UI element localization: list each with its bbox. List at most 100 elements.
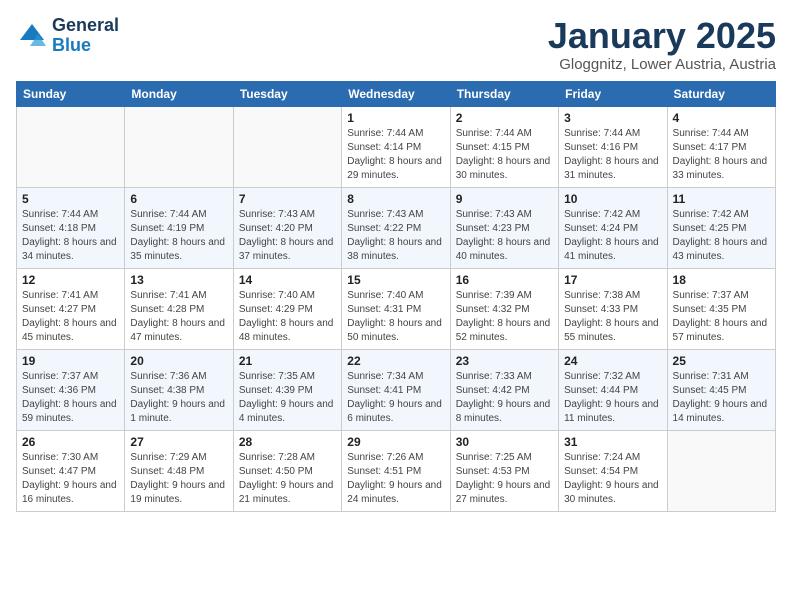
day-number: 4 (673, 111, 770, 125)
calendar-week-row: 19Sunrise: 7:37 AM Sunset: 4:36 PM Dayli… (17, 349, 776, 430)
calendar-day-cell: 7 Sunrise: 7:43 AM Sunset: 4:20 PM Daylig… (233, 187, 341, 268)
logo-general: General (52, 16, 119, 36)
day-info: Sunrise: 7:29 AM Sunset: 4:48 PM Dayligh… (130, 451, 227, 507)
day-info: Sunrise: 7:36 AM Sunset: 4:38 PM Dayligh… (130, 370, 227, 426)
calendar-day-cell: 4 Sunrise: 7:44 AM Sunset: 4:17 PM Daylig… (667, 106, 775, 187)
calendar-day-cell: 21 Sunrise: 7:35 AM Sunset: 4:39 PM Dayli… (233, 349, 341, 430)
day-info: Sunrise: 7:44 AM Sunset: 4:14 PM Dayligh… (347, 127, 444, 183)
month-title: January 2025 (548, 16, 776, 56)
day-info: Sunrise: 7:35 AM Sunset: 4:39 PM Dayligh… (239, 370, 336, 426)
day-info: Sunrise: 7:40 AM Sunset: 4:29 PM Dayligh… (239, 289, 336, 345)
calendar-day-cell: 3 Sunrise: 7:44 AM Sunset: 4:16 PM Daylig… (559, 106, 667, 187)
calendar-week-row: 5Sunrise: 7:44 AM Sunset: 4:18 PM Daylig… (17, 187, 776, 268)
calendar-day-cell: 17Sunrise: 7:38 AM Sunset: 4:33 PM Dayli… (559, 268, 667, 349)
day-info: Sunrise: 7:38 AM Sunset: 4:33 PM Dayligh… (564, 289, 661, 345)
weekday-header-saturday: Saturday (667, 81, 775, 106)
day-info: Sunrise: 7:26 AM Sunset: 4:51 PM Dayligh… (347, 451, 444, 507)
weekday-header-tuesday: Tuesday (233, 81, 341, 106)
day-number: 28 (239, 435, 336, 449)
calendar-day-cell: 13Sunrise: 7:41 AM Sunset: 4:28 PM Dayli… (125, 268, 233, 349)
day-number: 27 (130, 435, 227, 449)
calendar-day-cell: 16 Sunrise: 7:39 AM Sunset: 4:32 PM Dayli… (450, 268, 558, 349)
day-info: Sunrise: 7:31 AM Sunset: 4:45 PM Dayligh… (673, 370, 770, 426)
calendar-day-cell: 6Sunrise: 7:44 AM Sunset: 4:19 PM Daylig… (125, 187, 233, 268)
calendar-week-row: 26Sunrise: 7:30 AM Sunset: 4:47 PM Dayli… (17, 430, 776, 511)
day-info: Sunrise: 7:42 AM Sunset: 4:24 PM Dayligh… (564, 208, 661, 264)
calendar-week-row: 1 Sunrise: 7:44 AM Sunset: 4:14 PM Daylig… (17, 106, 776, 187)
logo-text: General Blue (52, 16, 119, 56)
day-number: 20 (130, 354, 227, 368)
calendar-day-cell: 26Sunrise: 7:30 AM Sunset: 4:47 PM Dayli… (17, 430, 125, 511)
day-info: Sunrise: 7:25 AM Sunset: 4:53 PM Dayligh… (456, 451, 553, 507)
calendar-day-cell: 22 Sunrise: 7:34 AM Sunset: 4:41 PM Dayli… (342, 349, 450, 430)
day-number: 22 (347, 354, 444, 368)
day-info: Sunrise: 7:44 AM Sunset: 4:17 PM Dayligh… (673, 127, 770, 183)
day-number: 12 (22, 273, 119, 287)
day-info: Sunrise: 7:44 AM Sunset: 4:16 PM Dayligh… (564, 127, 661, 183)
calendar-day-cell: 9 Sunrise: 7:43 AM Sunset: 4:23 PM Daylig… (450, 187, 558, 268)
day-info: Sunrise: 7:40 AM Sunset: 4:31 PM Dayligh… (347, 289, 444, 345)
day-number: 11 (673, 192, 770, 206)
day-number: 15 (347, 273, 444, 287)
calendar-day-cell (233, 106, 341, 187)
day-number: 7 (239, 192, 336, 206)
calendar-table: SundayMondayTuesdayWednesdayThursdayFrid… (16, 81, 776, 512)
day-number: 18 (673, 273, 770, 287)
calendar-day-cell (125, 106, 233, 187)
weekday-header-row: SundayMondayTuesdayWednesdayThursdayFrid… (17, 81, 776, 106)
title-block: January 2025 Gloggnitz, Lower Austria, A… (548, 16, 776, 73)
calendar-day-cell: 31 Sunrise: 7:24 AM Sunset: 4:54 PM Dayli… (559, 430, 667, 511)
day-info: Sunrise: 7:34 AM Sunset: 4:41 PM Dayligh… (347, 370, 444, 426)
calendar-day-cell: 30 Sunrise: 7:25 AM Sunset: 4:53 PM Dayli… (450, 430, 558, 511)
day-info: Sunrise: 7:39 AM Sunset: 4:32 PM Dayligh… (456, 289, 553, 345)
calendar-day-cell: 19Sunrise: 7:37 AM Sunset: 4:36 PM Dayli… (17, 349, 125, 430)
weekday-header-monday: Monday (125, 81, 233, 106)
day-number: 10 (564, 192, 661, 206)
day-number: 24 (564, 354, 661, 368)
day-info: Sunrise: 7:37 AM Sunset: 4:35 PM Dayligh… (673, 289, 770, 345)
day-info: Sunrise: 7:44 AM Sunset: 4:18 PM Dayligh… (22, 208, 119, 264)
calendar-day-cell: 12Sunrise: 7:41 AM Sunset: 4:27 PM Dayli… (17, 268, 125, 349)
day-info: Sunrise: 7:43 AM Sunset: 4:20 PM Dayligh… (239, 208, 336, 264)
day-info: Sunrise: 7:33 AM Sunset: 4:42 PM Dayligh… (456, 370, 553, 426)
calendar-day-cell: 29 Sunrise: 7:26 AM Sunset: 4:51 PM Dayli… (342, 430, 450, 511)
calendar-day-cell: 25Sunrise: 7:31 AM Sunset: 4:45 PM Dayli… (667, 349, 775, 430)
day-number: 30 (456, 435, 553, 449)
day-info: Sunrise: 7:28 AM Sunset: 4:50 PM Dayligh… (239, 451, 336, 507)
day-number: 9 (456, 192, 553, 206)
calendar-day-cell: 15 Sunrise: 7:40 AM Sunset: 4:31 PM Dayli… (342, 268, 450, 349)
day-number: 21 (239, 354, 336, 368)
day-info: Sunrise: 7:32 AM Sunset: 4:44 PM Dayligh… (564, 370, 661, 426)
calendar-day-cell: 10 Sunrise: 7:42 AM Sunset: 4:24 PM Dayli… (559, 187, 667, 268)
location-subtitle: Gloggnitz, Lower Austria, Austria (548, 56, 776, 73)
day-number: 31 (564, 435, 661, 449)
page-header: General Blue January 2025 Gloggnitz, Low… (16, 16, 776, 73)
calendar-day-cell: 18 Sunrise: 7:37 AM Sunset: 4:35 PM Dayli… (667, 268, 775, 349)
day-number: 8 (347, 192, 444, 206)
day-number: 16 (456, 273, 553, 287)
day-number: 26 (22, 435, 119, 449)
day-info: Sunrise: 7:42 AM Sunset: 4:25 PM Dayligh… (673, 208, 770, 264)
logo-blue: Blue (52, 36, 119, 56)
calendar-day-cell (17, 106, 125, 187)
day-number: 1 (347, 111, 444, 125)
calendar-day-cell: 27 Sunrise: 7:29 AM Sunset: 4:48 PM Dayli… (125, 430, 233, 511)
logo: General Blue (16, 16, 119, 56)
day-info: Sunrise: 7:24 AM Sunset: 4:54 PM Dayligh… (564, 451, 661, 507)
calendar-day-cell: 5Sunrise: 7:44 AM Sunset: 4:18 PM Daylig… (17, 187, 125, 268)
day-number: 6 (130, 192, 227, 206)
calendar-day-cell: 20 Sunrise: 7:36 AM Sunset: 4:38 PM Dayli… (125, 349, 233, 430)
day-info: Sunrise: 7:43 AM Sunset: 4:23 PM Dayligh… (456, 208, 553, 264)
calendar-day-cell: 28 Sunrise: 7:28 AM Sunset: 4:50 PM Dayli… (233, 430, 341, 511)
weekday-header-wednesday: Wednesday (342, 81, 450, 106)
day-number: 3 (564, 111, 661, 125)
calendar-day-cell: 14 Sunrise: 7:40 AM Sunset: 4:29 PM Dayli… (233, 268, 341, 349)
day-number: 14 (239, 273, 336, 287)
weekday-header-thursday: Thursday (450, 81, 558, 106)
day-info: Sunrise: 7:41 AM Sunset: 4:28 PM Dayligh… (130, 289, 227, 345)
day-number: 29 (347, 435, 444, 449)
day-info: Sunrise: 7:44 AM Sunset: 4:15 PM Dayligh… (456, 127, 553, 183)
calendar-day-cell (667, 430, 775, 511)
day-info: Sunrise: 7:43 AM Sunset: 4:22 PM Dayligh… (347, 208, 444, 264)
weekday-header-sunday: Sunday (17, 81, 125, 106)
